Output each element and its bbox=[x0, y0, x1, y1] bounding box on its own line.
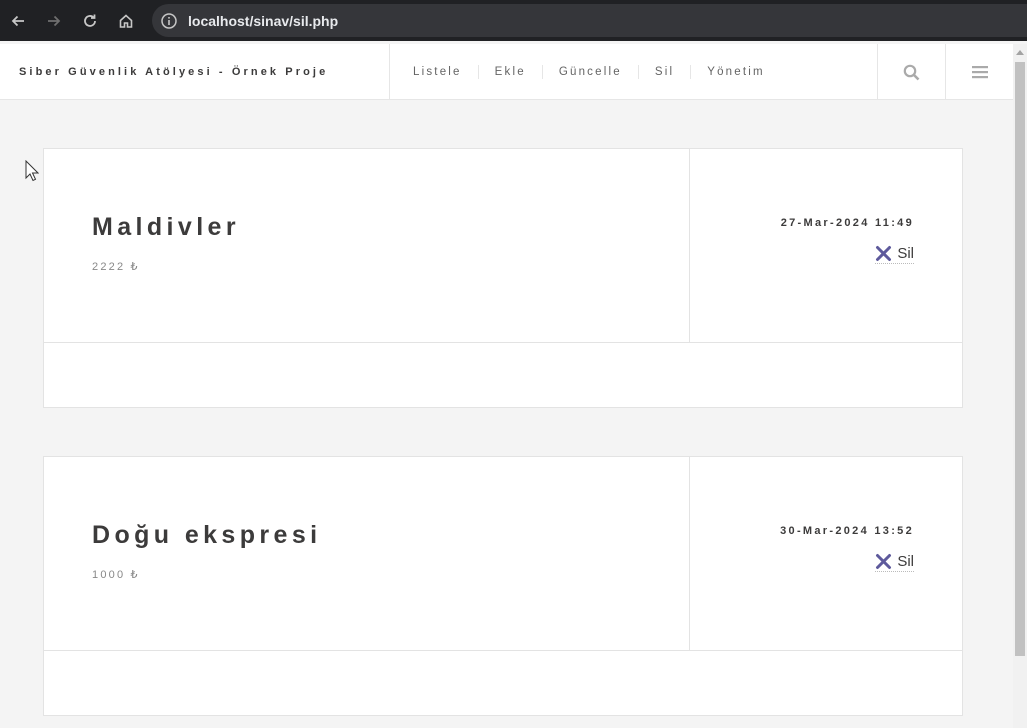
main-nav: Listele Ekle Güncelle Sil Yönetim bbox=[390, 44, 877, 99]
info-icon[interactable] bbox=[160, 12, 178, 30]
post-title[interactable]: Maldivler bbox=[92, 213, 689, 242]
arrow-right-icon bbox=[48, 15, 61, 26]
post-card: Maldivler 2222 ₺ 27-Mar-2024 11:49 Sil bbox=[43, 148, 963, 408]
delete-label: Sil bbox=[897, 245, 914, 262]
search-icon bbox=[903, 64, 920, 80]
nav-link-listele[interactable]: Listele bbox=[397, 65, 478, 79]
menu-button[interactable] bbox=[945, 44, 1013, 100]
post-footer bbox=[44, 343, 962, 407]
post-title[interactable]: Doğu ekspresi bbox=[92, 521, 689, 550]
post-footer bbox=[44, 651, 962, 715]
reload-button[interactable] bbox=[72, 0, 108, 41]
scroll-up-icon[interactable] bbox=[1016, 49, 1024, 55]
close-icon bbox=[876, 554, 892, 569]
forward-button[interactable] bbox=[36, 0, 72, 41]
post-date: 30-Mar-2024 13:52 bbox=[780, 525, 914, 537]
back-button[interactable] bbox=[0, 0, 36, 41]
browser-toolbar: localhost/sinav/sil.php bbox=[0, 0, 1027, 41]
nav-link-sil[interactable]: Sil bbox=[637, 64, 690, 79]
arrow-left-icon bbox=[11, 15, 24, 26]
page-scrollbar[interactable] bbox=[1013, 44, 1027, 728]
site-header: Siber Güvenlik Atölyesi - Örnek Proje Li… bbox=[0, 44, 1013, 100]
address-bar[interactable]: localhost/sinav/sil.php bbox=[152, 4, 1027, 37]
nav-link-guncelle[interactable]: Güncelle bbox=[541, 64, 638, 79]
scroll-thumb[interactable] bbox=[1015, 62, 1025, 656]
nav-link-yonetim[interactable]: Yönetim bbox=[690, 64, 781, 79]
mouse-cursor-icon bbox=[25, 160, 39, 182]
post-card: Doğu ekspresi 1000 ₺ 30-Mar-2024 13:52 S… bbox=[43, 456, 963, 716]
search-button[interactable] bbox=[877, 44, 945, 100]
home-icon bbox=[119, 13, 133, 28]
close-icon bbox=[876, 246, 892, 261]
post-price: 2222 ₺ bbox=[92, 261, 140, 273]
site-title[interactable]: Siber Güvenlik Atölyesi - Örnek Proje bbox=[0, 44, 390, 100]
nav-link-ekle[interactable]: Ekle bbox=[477, 64, 542, 79]
hamburger-icon bbox=[971, 66, 988, 79]
post-date: 27-Mar-2024 11:49 bbox=[780, 217, 914, 229]
delete-label: Sil bbox=[897, 553, 914, 570]
reload-icon bbox=[84, 14, 96, 27]
delete-button[interactable]: Sil bbox=[875, 245, 914, 264]
url-text: localhost/sinav/sil.php bbox=[188, 12, 339, 29]
delete-button[interactable]: Sil bbox=[875, 553, 914, 572]
home-button[interactable] bbox=[108, 0, 144, 41]
post-price: 1000 ₺ bbox=[92, 569, 140, 581]
